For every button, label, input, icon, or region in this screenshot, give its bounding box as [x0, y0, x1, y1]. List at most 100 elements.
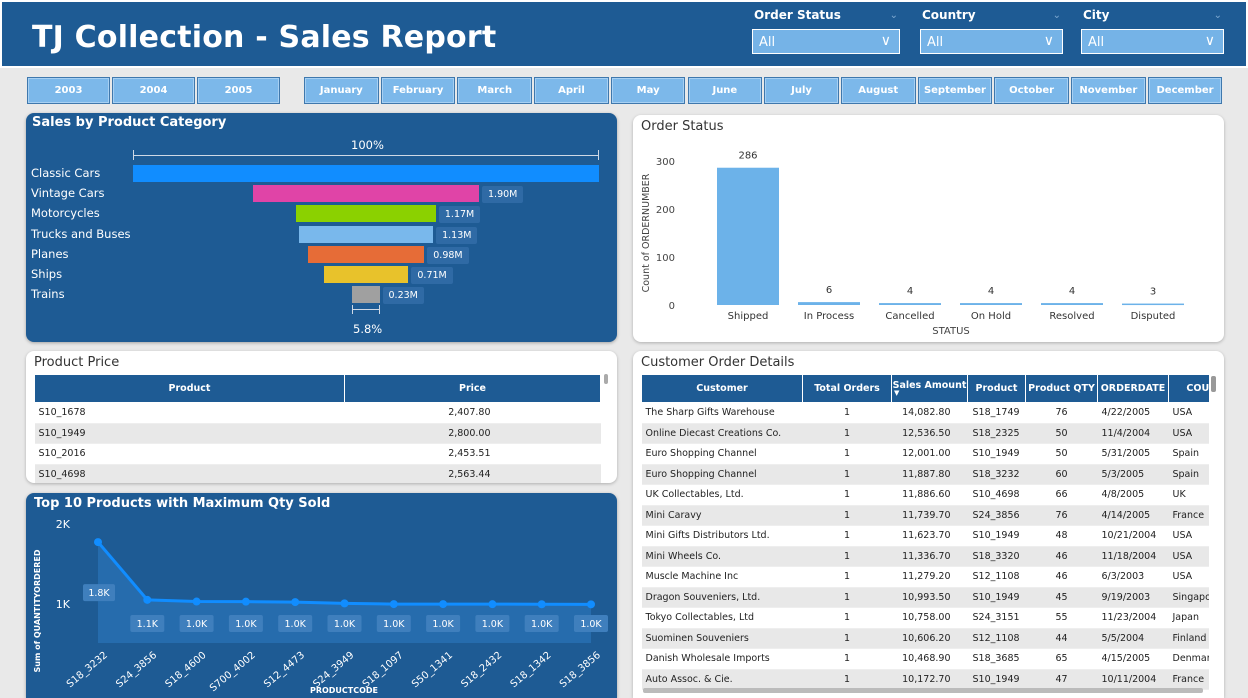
- month-button-may[interactable]: May: [610, 77, 686, 104]
- month-button-june[interactable]: June: [687, 77, 763, 104]
- table-cell: 1: [802, 587, 892, 608]
- status-bar[interactable]: [1122, 303, 1184, 306]
- data-point[interactable]: [439, 600, 448, 609]
- funnel-bar[interactable]: [307, 245, 425, 263]
- data-point[interactable]: [94, 538, 102, 547]
- x-tick-label: Resolved: [1049, 311, 1094, 322]
- data-point[interactable]: [488, 600, 497, 609]
- data-point[interactable]: [192, 597, 201, 606]
- status-bar[interactable]: [879, 303, 941, 305]
- table-row[interactable]: S10_1949 2,800.00: [34, 423, 601, 444]
- product-price-card: Product Price Product Price S10_1678 2,407.…: [26, 351, 617, 483]
- funnel-bar[interactable]: [133, 165, 599, 182]
- month-button-november[interactable]: November: [1071, 77, 1146, 104]
- data-point[interactable]: [537, 600, 546, 609]
- table-row[interactable]: Euro Shopping Channel 1 11,887.80 S18_3232 6…: [641, 464, 1209, 485]
- data-label: 1.17M: [438, 206, 481, 224]
- sort-descending-icon[interactable]: ▼: [892, 389, 967, 397]
- table-cell: 5/3/2005: [1097, 464, 1169, 485]
- table-cell: Danish Wholesale Imports: [641, 648, 803, 670]
- funnel-bar[interactable]: [298, 225, 434, 243]
- table-row[interactable]: Online Diecast Creations Co. 1 12,536.50 S1…: [641, 423, 1209, 444]
- country-slicer[interactable]: Country ⌄ All ∨: [920, 8, 1063, 54]
- year-button-2003[interactable]: 2003: [27, 77, 110, 104]
- table-cell: S10_4698: [34, 464, 345, 483]
- month-button-february[interactable]: February: [380, 77, 456, 104]
- funnel-bar[interactable]: [296, 205, 436, 223]
- data-point[interactable]: [241, 597, 250, 606]
- table-cell: Tokyo Collectables, Ltd: [641, 607, 803, 629]
- table-row[interactable]: Muscle Machine Inc 1 11,279.20 S12_1108 46 6/…: [641, 566, 1209, 588]
- month-button-september[interactable]: September: [917, 77, 993, 104]
- table-cell: UK Collectables, Ltd.: [641, 484, 803, 506]
- data-label: 1.90M: [482, 186, 524, 204]
- scrollbar[interactable]: [604, 374, 608, 384]
- table-row[interactable]: Danish Wholesale Imports 1 10,468.90 S18_36…: [641, 648, 1209, 670]
- column-header[interactable]: Sales Amount ▼: [891, 374, 968, 403]
- column-header[interactable]: Total Orders: [802, 374, 892, 403]
- status-bar[interactable]: [1041, 303, 1103, 305]
- month-button-december[interactable]: December: [1147, 77, 1223, 104]
- month-button-august[interactable]: August: [840, 77, 916, 104]
- column-header[interactable]: Product QTY: [1025, 374, 1098, 403]
- column-header[interactable]: ORDERDATE: [1097, 374, 1169, 403]
- table-cell: 14,082.80: [891, 402, 968, 424]
- year-button-2004[interactable]: 2004: [112, 77, 195, 104]
- table-cell: 1: [802, 546, 892, 567]
- category-label: Vintage Cars: [31, 186, 105, 201]
- funnel-bar[interactable]: [252, 185, 479, 203]
- data-point[interactable]: [340, 599, 349, 608]
- table-row[interactable]: S10_4698 2,563.44: [34, 464, 601, 483]
- bottom-percent-label: 5.8%: [353, 322, 383, 336]
- table-cell: 10,606.20: [891, 628, 968, 649]
- month-button-april[interactable]: April: [534, 77, 609, 104]
- column-header[interactable]: Product: [34, 374, 345, 403]
- column-header[interactable]: Customer: [641, 374, 803, 403]
- table-row[interactable]: Tokyo Collectables, Ltd 1 10,758.00 S24_315…: [641, 607, 1209, 629]
- month-button-july[interactable]: July: [764, 77, 839, 104]
- status-bar[interactable]: [798, 302, 860, 305]
- table-cell: USA: [1168, 566, 1209, 588]
- status-bar[interactable]: [717, 167, 779, 305]
- table-row[interactable]: S10_2016 2,453.51: [34, 443, 601, 465]
- table-cell: 2,800.00: [344, 423, 601, 444]
- table-row[interactable]: Euro Shopping Channel 1 12,001.00 S10_1949 5…: [641, 443, 1209, 465]
- column-header[interactable]: Product: [967, 374, 1026, 403]
- scrollbar[interactable]: [643, 688, 1203, 693]
- scrollbar[interactable]: [1211, 376, 1216, 392]
- table-row[interactable]: Mini Gifts Distributors Ltd. 1 11,623.70 S1…: [641, 525, 1209, 547]
- data-point[interactable]: [143, 595, 152, 604]
- table-cell: 45: [1025, 587, 1098, 608]
- table-row[interactable]: Dragon Souveniers, Ltd. 1 10,993.50 S10_194…: [641, 587, 1209, 608]
- funnel-bar[interactable]: [323, 266, 409, 283]
- table-cell: 1: [802, 628, 892, 649]
- order-status-slicer[interactable]: Order Status ⌄ All ∨: [752, 8, 900, 54]
- data-point[interactable]: [389, 600, 398, 609]
- table-row[interactable]: The Sharp Gifts Warehouse 1 14,082.80 S18_1…: [641, 402, 1209, 424]
- data-point[interactable]: [291, 598, 300, 607]
- city-slicer[interactable]: City ⌄ All ∨: [1081, 8, 1224, 54]
- month-button-january[interactable]: January: [304, 77, 379, 104]
- table-row[interactable]: Mini Caravy 1 11,739.70 S24_3856 76 4/14/2005…: [641, 505, 1209, 526]
- month-button-october[interactable]: October: [994, 77, 1069, 104]
- data-label: 6: [826, 285, 832, 296]
- data-point[interactable]: [587, 600, 595, 609]
- country-dropdown[interactable]: All ∨: [920, 29, 1063, 54]
- city-dropdown[interactable]: All ∨: [1081, 29, 1224, 54]
- table-row[interactable]: Suominen Souveniers 1 10,606.20 S12_1108 44 5…: [641, 628, 1209, 649]
- table-row[interactable]: UK Collectables, Ltd. 1 11,886.60 S10_4698 6…: [641, 484, 1209, 506]
- funnel-bar[interactable]: [352, 286, 380, 304]
- column-header[interactable]: COUNT: [1168, 374, 1209, 403]
- column-header[interactable]: Price: [344, 374, 601, 403]
- data-label: 1.0K: [186, 619, 208, 630]
- divider: [352, 305, 353, 314]
- month-button-march[interactable]: March: [457, 77, 533, 104]
- table-row[interactable]: S10_1678 2,407.80: [34, 402, 601, 424]
- table-row[interactable]: Mini Wheels Co. 1 11,336.70 S18_3320 46 11/18…: [641, 546, 1209, 567]
- y-tick-label: 200: [656, 205, 675, 216]
- status-bar[interactable]: [960, 303, 1022, 305]
- order-status-dropdown[interactable]: All ∨: [752, 29, 900, 54]
- year-button-2005[interactable]: 2005: [197, 77, 280, 104]
- table-row[interactable]: Auto Assoc. & Cie. 1 10,172.70 S10_1949 47 10…: [641, 669, 1209, 690]
- x-tick-label: S24_3856: [114, 650, 159, 690]
